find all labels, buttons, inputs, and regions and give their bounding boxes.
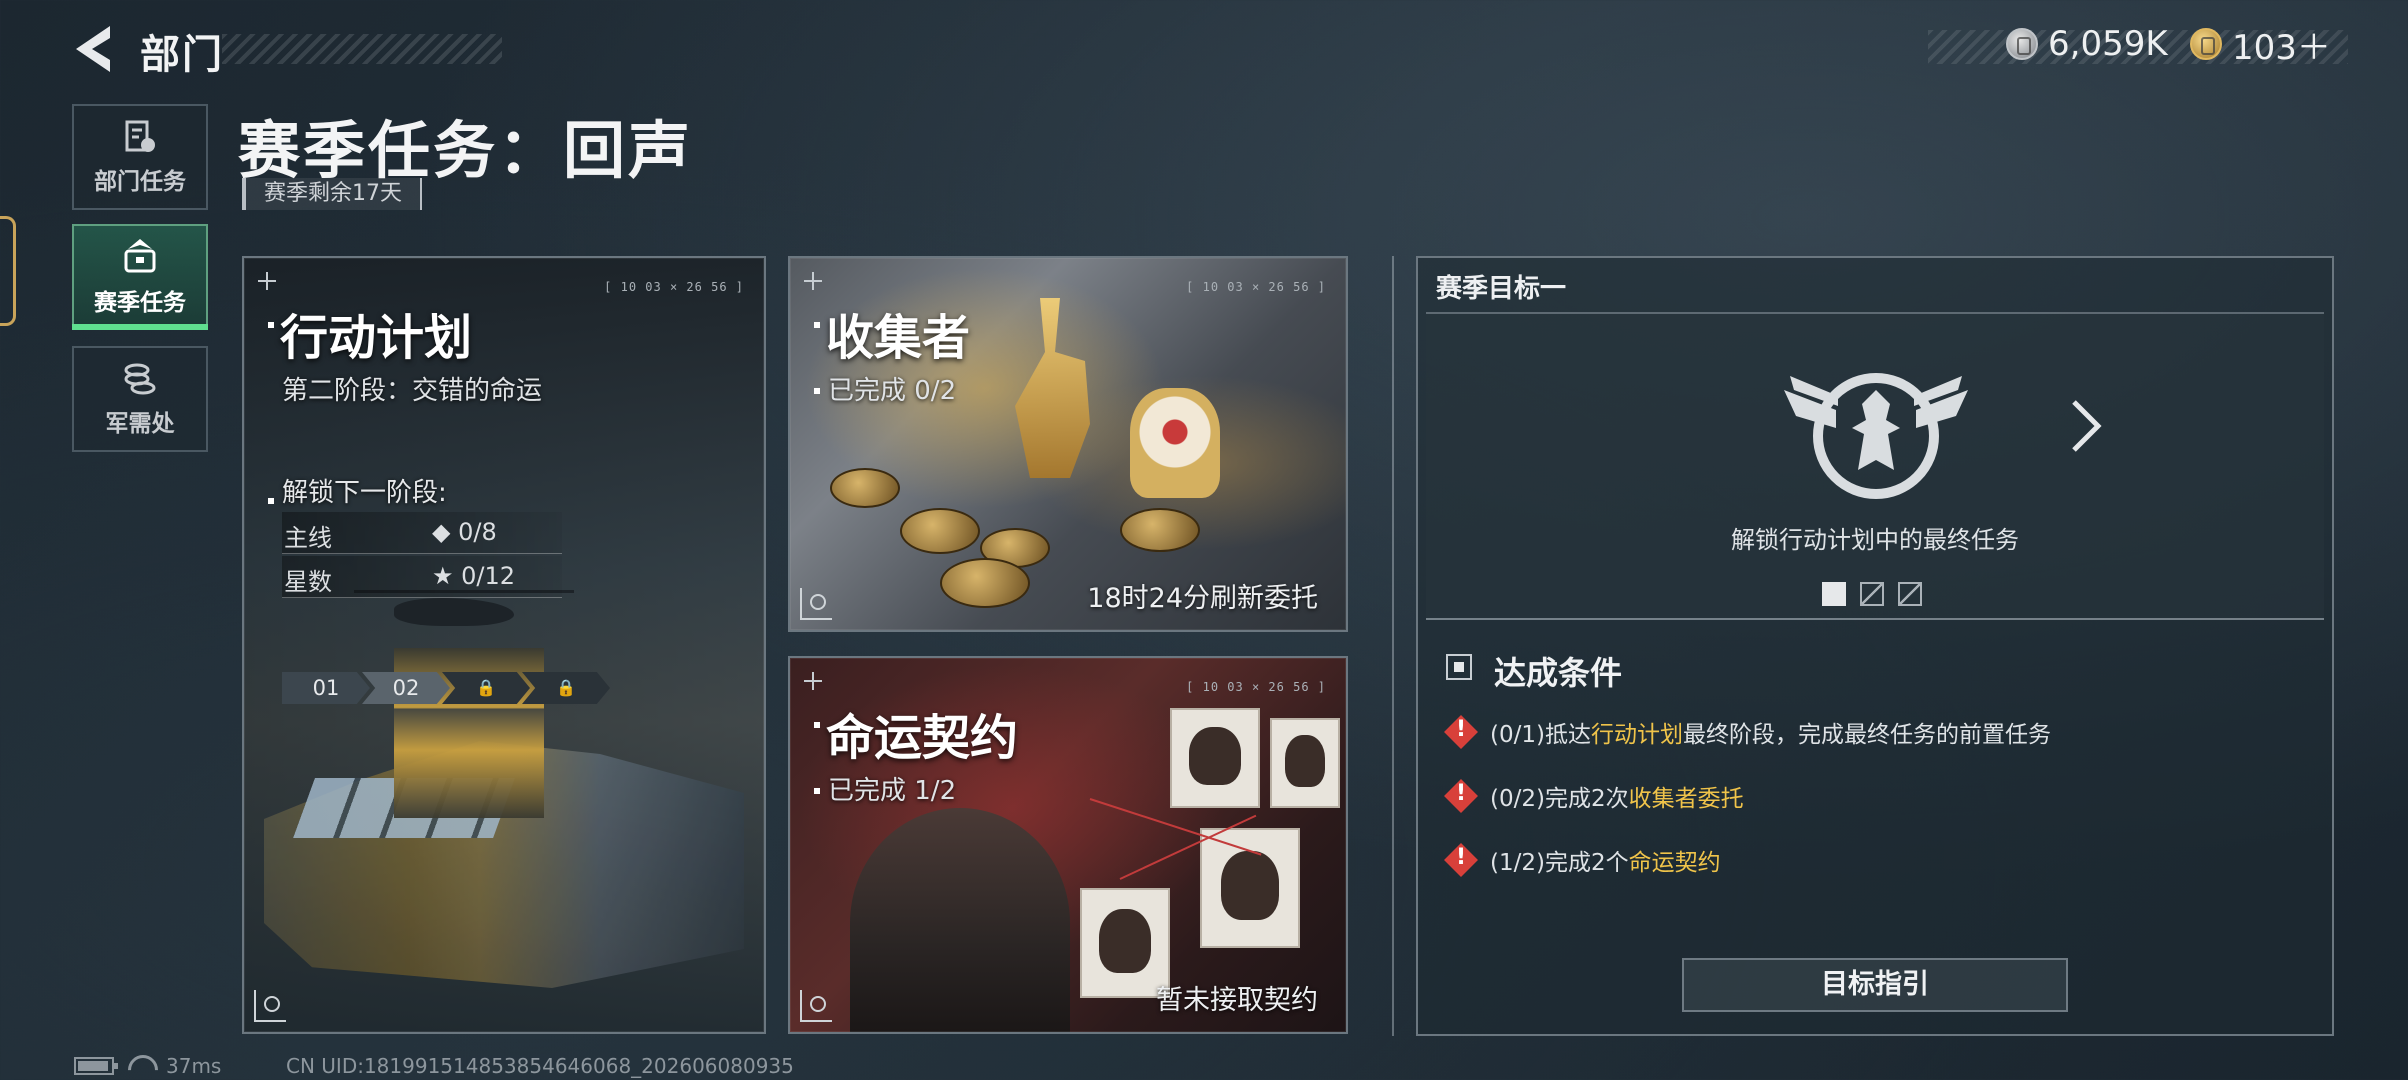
title-decoration-stripes — [222, 34, 502, 64]
card-dot — [268, 498, 274, 504]
panel-divider — [1392, 256, 1394, 1036]
card-dot — [814, 722, 820, 728]
eagle-emblem-icon — [1784, 373, 1968, 499]
condition-prefix: (1/2)完成2个 — [1490, 850, 1629, 876]
condition-item: (1/2)完成2个命运契约 — [1444, 840, 1721, 880]
card-title: 命运契约 — [826, 710, 1019, 766]
condition-text: (0/2)完成2次收集者委托 — [1490, 779, 1744, 813]
task-clipboard-icon — [125, 120, 155, 152]
currency-silver[interactable]: 6,059K — [2006, 24, 2168, 64]
gold-coin-value: 103＋ — [2232, 27, 2331, 68]
stars-stat-row: 星数 ★ 0/12 — [282, 556, 562, 598]
pager-dot[interactable] — [1898, 582, 1922, 606]
card-dot — [268, 322, 274, 328]
card-dot — [814, 788, 820, 794]
condition-suffix: 最终阶段，完成最终任务的前置任务 — [1682, 722, 2051, 748]
gold-coin-icon — [2190, 28, 2222, 60]
corner-marker-icon — [254, 990, 286, 1022]
condition-prefix: (0/1)抵达 — [1490, 722, 1591, 748]
season-remaining-badge: 赛季剩余17天 — [242, 178, 422, 210]
nav-active-indicator — [72, 324, 208, 330]
unlock-next-label: 解锁下一阶段: — [282, 478, 447, 508]
goal-header-divider — [1426, 312, 2324, 314]
condition-highlight: 命运契约 — [1628, 850, 1721, 876]
crosshair-icon — [804, 672, 822, 690]
nav-tab-label: 部门任务 — [94, 169, 186, 195]
status-bar: 37ms — [74, 1054, 221, 1078]
conditions-bullet-icon — [1446, 654, 1472, 680]
coin-stack-icon — [124, 363, 156, 395]
phase-locked: 🔒 — [442, 672, 530, 704]
card-dot — [814, 388, 820, 394]
nav-tab-quartermaster[interactable]: 军需处 — [72, 346, 208, 452]
goal-header: 赛季目标一 — [1436, 274, 1567, 304]
goal-guide-button[interactable]: 目标指引 — [1682, 958, 2068, 1012]
phase-01: 01 — [282, 672, 370, 704]
next-goal-arrow-icon[interactable] — [2068, 396, 2104, 456]
collector-card[interactable]: [ 10 03 × 26 56 ] 收集者 已完成 0/2 18时24分刷新委托 — [788, 256, 1348, 632]
goal-pager — [1822, 582, 1922, 606]
section-title: 部门 — [140, 32, 224, 78]
warning-icon — [1444, 779, 1478, 813]
nav-tab-department-tasks[interactable]: 部门任务 — [72, 104, 208, 210]
phase-02: 02 — [362, 672, 450, 704]
warning-icon — [1444, 843, 1478, 877]
condition-item: (0/1)抵达行动计划最终阶段，完成最终任务的前置任务 — [1444, 712, 2051, 752]
card-title: 行动计划 — [280, 310, 473, 366]
card-dot — [814, 322, 820, 328]
corner-marker-icon — [800, 588, 832, 620]
nav-tab-season-tasks[interactable]: 赛季任务 — [72, 224, 208, 330]
card-code: [ 10 03 × 26 56 ] — [1186, 680, 1326, 694]
crosshair-icon — [258, 272, 276, 290]
mainline-stat-row: 主线 ◆ 0/8 — [282, 512, 562, 554]
mainline-value: ◆ 0/8 — [432, 518, 497, 546]
stage-name: 第二阶段：交错的命运 — [282, 376, 543, 406]
condition-text: (0/1)抵达行动计划最终阶段，完成最终任务的前置任务 — [1490, 715, 2051, 749]
back-arrow-icon[interactable] — [70, 22, 114, 76]
mainline-label: 主线 — [284, 524, 332, 552]
card-code: [ 10 03 × 26 56 ] — [604, 280, 744, 294]
condition-prefix: (0/2)完成2次 — [1490, 786, 1629, 812]
currency-gold[interactable]: 103＋ — [2190, 24, 2331, 68]
condition-item: (0/2)完成2次收集者委托 — [1444, 776, 1744, 816]
user-uid: CN UID:181991514853854646068_20260608093… — [286, 1054, 794, 1078]
refresh-timer: 18时24分刷新委托 — [1087, 583, 1318, 614]
corner-marker-icon — [800, 990, 832, 1022]
condition-highlight: 行动计划 — [1590, 722, 1683, 748]
contract-progress: 已完成 1/2 — [828, 776, 957, 806]
phase-progress: 01 02 🔒 🔒 — [282, 672, 610, 704]
card-code: [ 10 03 × 26 56 ] — [1186, 280, 1326, 294]
condition-text: (1/2)完成2个命运契约 — [1490, 843, 1721, 877]
silver-coin-icon — [2006, 28, 2038, 60]
crosshair-icon — [804, 272, 822, 290]
contract-status: 暂未接取契约 — [1156, 985, 1318, 1016]
pager-dot-active[interactable] — [1822, 582, 1846, 606]
fate-contract-card[interactable]: [ 10 03 × 26 56 ] 命运契约 已完成 1/2 暂未接取契约 — [788, 656, 1348, 1034]
pager-dot[interactable] — [1860, 582, 1884, 606]
nav-tab-label: 赛季任务 — [94, 290, 186, 316]
silver-coin-value: 6,059K — [2048, 24, 2168, 64]
side-frame-decoration — [0, 216, 16, 326]
wifi-icon — [126, 1055, 154, 1077]
condition-highlight: 收集者委托 — [1628, 786, 1744, 812]
card-title: 收集者 — [826, 310, 971, 366]
stars-label: 星数 — [284, 568, 332, 596]
warning-icon — [1444, 715, 1478, 749]
collector-progress: 已完成 0/2 — [828, 376, 957, 406]
ping-value: 37ms — [166, 1054, 222, 1078]
operation-plan-card[interactable]: [ 10 03 × 26 56 ] 行动计划 第二阶段：交错的命运 01 02 … — [242, 256, 766, 1034]
goal-description: 解锁行动计划中的最终任务 — [1731, 526, 2019, 554]
phase-locked: 🔒 — [522, 672, 610, 704]
page-title: 赛季任务：回声 — [238, 114, 694, 187]
battery-icon — [74, 1057, 118, 1075]
conditions-title: 达成条件 — [1494, 654, 1623, 692]
stars-value: ★ 0/12 — [432, 562, 516, 590]
briefcase-icon — [124, 239, 156, 273]
nav-tab-label: 军需处 — [105, 411, 175, 437]
